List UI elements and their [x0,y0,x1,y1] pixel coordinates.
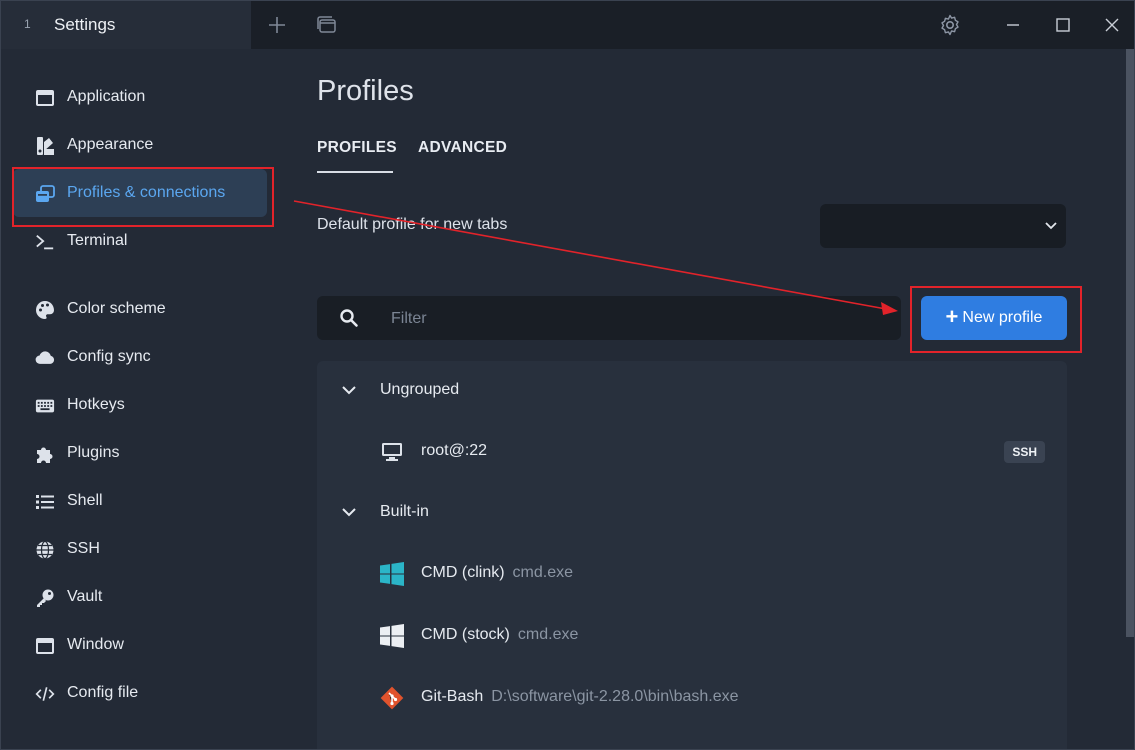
profile-item-git-bash[interactable]: Git-Bash D:\software\git-2.28.0\bin\bash.… [317,669,1067,727]
title-bar: 1 Settings [1,1,1134,49]
monitor-icon [379,440,405,464]
sidebar-item-config-file[interactable]: Config file [13,669,267,717]
tab-advanced[interactable]: ADVANCED [418,139,507,157]
palette-icon [35,300,55,320]
profile-item-cmd-clink[interactable]: CMD (clink) cmd.exe [317,545,1067,603]
code-icon [35,684,55,704]
sidebar-item-config-sync[interactable]: Config sync [13,333,267,381]
profile-title: CMD (clink) [421,564,505,581]
sidebar-item-label: Appearance [67,136,154,153]
profile-command: cmd.exe [517,626,579,643]
close-icon[interactable] [1100,13,1124,37]
terminal-prompt-icon [35,232,55,252]
tab-profiles[interactable]: PROFILES [317,139,397,157]
group-header-built-in[interactable]: Built-in [317,483,1067,541]
sidebar-item-hotkeys[interactable]: Hotkeys [13,381,267,429]
search-icon [339,308,359,333]
profile-name: CMD (clink) cmd.exe [421,564,573,582]
active-tab-indicator [317,171,393,173]
profile-name: CMD (stock) cmd.exe [421,626,578,644]
maximize-icon[interactable] [1051,13,1075,37]
git-icon [379,686,405,710]
sidebar-item-color-scheme[interactable]: Color scheme [13,285,267,333]
sidebar-item-label: Shell [67,492,103,509]
profile-filter [317,296,901,342]
annotation-box-profiles [12,167,274,227]
sidebar-item-label: SSH [67,540,100,557]
profile-command: cmd.exe [512,564,574,581]
sidebar-item-label: Config file [67,684,139,701]
tab-number: 1 [24,17,31,31]
profile-item-root[interactable]: root@:22 SSH [317,423,1067,481]
sidebar-item-label: Application [67,88,146,105]
sidebar-item-window[interactable]: Window [13,621,267,669]
settings-window: 1 Settings Application Appearance Profil… [0,0,1135,750]
window-stack-icon[interactable] [315,13,339,37]
group-header-ungrouped[interactable]: Ungrouped [317,361,1067,419]
chevron-down-icon [341,383,357,402]
default-profile-select[interactable] [820,204,1066,248]
sidebar-item-label: Vault [67,588,103,605]
profile-name: Git-Bash D:\software\git-2.28.0\bin\bash.… [421,688,739,706]
list-icon [35,492,55,512]
sidebar-item-application[interactable]: Application [13,73,267,121]
windows-logo-icon [379,624,405,648]
sidebar-item-ssh[interactable]: SSH [13,525,267,573]
plus-icon[interactable] [265,13,289,37]
minimize-icon[interactable] [1001,13,1025,37]
profile-title: CMD (stock) [421,626,510,643]
sidebar-item-label: Terminal [67,232,128,249]
palette-swatch-icon [35,136,55,156]
sidebar-item-vault[interactable]: Vault [13,573,267,621]
globe-icon [35,540,55,560]
sidebar-item-plugins[interactable]: Plugins [13,429,267,477]
group-label: Ungrouped [380,381,460,398]
profile-title: Git-Bash [421,688,484,705]
default-profile-label: Default profile for new tabs [317,216,508,233]
sidebar-item-label: Plugins [67,444,120,461]
profiles-panel: Profiles PROFILES ADVANCED Default profi… [291,49,1134,749]
ssh-badge: SSH [1004,441,1045,463]
sidebar-item-label: Window [67,636,124,653]
keyboard-icon [35,396,55,416]
cloud-icon [35,348,55,368]
sidebar-item-label: Config sync [67,348,151,365]
page-title: Profiles [317,75,414,107]
windows-logo-icon [379,562,405,586]
chevron-down-icon [1044,218,1058,237]
annotation-box-new-profile [910,286,1082,353]
sidebar-item-shell[interactable]: Shell [13,477,267,525]
tab-title: Settings [54,15,116,34]
sidebar-item-label: Hotkeys [67,396,125,413]
sidebar-item-appearance[interactable]: Appearance [13,121,267,169]
settings-tab[interactable]: 1 Settings [1,1,251,49]
puzzle-icon [35,444,55,464]
chevron-down-icon [341,505,357,524]
settings-sidebar: Application Appearance Profiles & connec… [1,49,291,749]
gear-icon[interactable] [938,13,962,37]
profile-list: Ungrouped root@:22 SSH Built-in CMD (cli… [317,361,1067,749]
key-icon [35,588,55,608]
scrollbar[interactable] [1126,49,1134,637]
window-icon [35,636,55,656]
sidebar-item-label: Color scheme [67,300,166,317]
filter-input[interactable] [389,296,893,342]
profile-name: root@:22 [421,442,488,459]
group-label: Built-in [380,503,429,520]
profile-command: D:\software\git-2.28.0\bin\bash.exe [491,688,739,705]
window-icon [35,88,55,108]
profile-item-cmd-stock[interactable]: CMD (stock) cmd.exe [317,607,1067,665]
